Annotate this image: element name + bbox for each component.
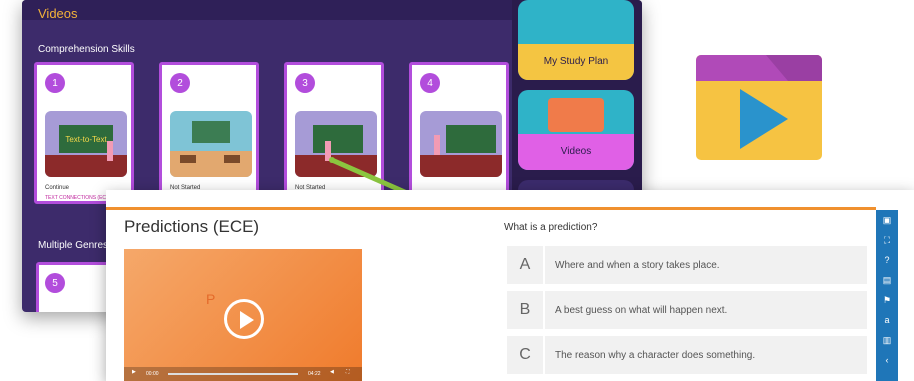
collapse-icon[interactable]: ‹ bbox=[876, 350, 898, 370]
card-number: 2 bbox=[170, 73, 190, 93]
card-status: Continue bbox=[45, 185, 70, 191]
time-total: 04:22 bbox=[308, 371, 321, 377]
video-play-icon bbox=[696, 55, 822, 160]
videos-title: Videos bbox=[38, 6, 78, 21]
videos-header: Videos bbox=[22, 0, 522, 21]
document-icon[interactable]: ▥ bbox=[876, 330, 898, 350]
answer-letter: B bbox=[507, 291, 545, 329]
help-icon[interactable]: ? bbox=[876, 250, 898, 270]
card-number: 1 bbox=[45, 73, 65, 93]
video-controls: ▶ 00:00 04:22 ◀ ⛶ bbox=[124, 367, 362, 381]
flag-icon[interactable]: ⚑ bbox=[876, 290, 898, 310]
time-elapsed: 00:00 bbox=[146, 371, 159, 377]
predictions-window: Predictions (ECE) P ▶ 00:00 04:22 ◀ ⛶ Wh… bbox=[106, 190, 914, 381]
thumb-text: Text-to-Text bbox=[65, 135, 107, 144]
answer-text: Where and when a story takes place. bbox=[555, 259, 720, 271]
question-text: What is a prediction? bbox=[504, 222, 598, 233]
answer-c[interactable]: C The reason why a character does someth… bbox=[507, 334, 867, 374]
answer-b[interactable]: B A best guess on what will happen next. bbox=[507, 289, 867, 329]
card-subtitle: TEXT CONNECTIONS (ECE) bbox=[45, 195, 112, 201]
answer-a[interactable]: A Where and when a story takes place. bbox=[507, 244, 867, 284]
section-comprehension-skills: Comprehension Skills bbox=[38, 44, 135, 55]
card-number: 4 bbox=[420, 73, 440, 93]
answer-text: A best guess on what will happen next. bbox=[555, 304, 728, 316]
answer-letter: C bbox=[507, 336, 545, 374]
video-letter: P bbox=[206, 291, 216, 307]
play-button[interactable] bbox=[224, 299, 264, 339]
save-icon[interactable]: ▣ bbox=[876, 210, 898, 230]
page-title: Predictions (ECE) bbox=[124, 217, 260, 236]
tile-label: Videos bbox=[560, 146, 592, 157]
volume-icon[interactable]: ◀ bbox=[330, 369, 334, 375]
card-thumbnail bbox=[170, 111, 252, 177]
card-number: 3 bbox=[295, 73, 315, 93]
fullscreen-icon[interactable]: ⛶ bbox=[346, 369, 350, 375]
screenshot-stage: Videos Comprehension Skills 1 Text-to-Te… bbox=[0, 0, 914, 381]
progress-bar[interactable] bbox=[168, 373, 298, 375]
answer-text: The reason why a character does somethin… bbox=[555, 349, 756, 361]
dictionary-icon[interactable]: a bbox=[876, 310, 898, 330]
expand-icon[interactable]: ⛶ bbox=[876, 230, 898, 250]
notes-icon[interactable]: ▤ bbox=[876, 270, 898, 290]
tile-my-study-plan[interactable]: My Study Plan bbox=[518, 0, 634, 80]
play-small-icon[interactable]: ▶ bbox=[132, 369, 136, 375]
video-player[interactable]: P ▶ 00:00 04:22 ◀ ⛶ bbox=[124, 249, 362, 381]
orange-divider bbox=[106, 207, 876, 210]
section-multiple-genres: Multiple Genres bbox=[38, 240, 109, 251]
card-number: 5 bbox=[45, 273, 65, 293]
video-card-1[interactable]: 1 Text-to-Text Continue TEXT CONNECTIONS… bbox=[34, 62, 134, 204]
tile-videos[interactable]: Videos bbox=[518, 90, 634, 170]
card-thumbnail: Text-to-Text bbox=[45, 111, 127, 177]
tile-label: My Study Plan bbox=[543, 56, 609, 67]
video-card-2[interactable]: 2 Not Started bbox=[159, 62, 259, 204]
answer-letter: A bbox=[507, 246, 545, 284]
tool-sidebar: ▣ ⛶ ? ▤ ⚑ a ▥ ‹ bbox=[876, 210, 898, 381]
